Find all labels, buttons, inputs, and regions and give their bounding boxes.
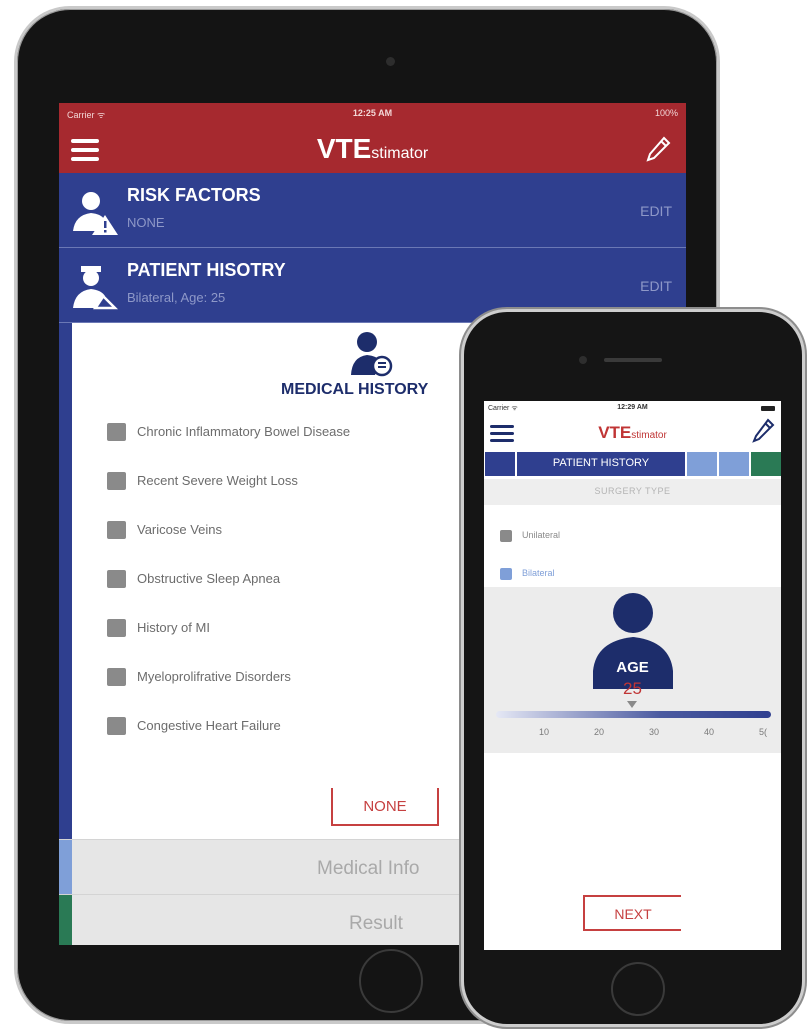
age-tick-labels: 10 20 30 40 5(: [496, 727, 771, 741]
tab-label: Medical Info: [317, 858, 420, 879]
age-label: AGE: [616, 659, 649, 676]
checkbox[interactable]: [107, 521, 126, 539]
clock-label: 12:25 AM: [352, 108, 393, 118]
iphone-screen: Carrier ᯤ 12:29 AM VTEstimator PATIENT H…: [484, 401, 781, 950]
medical-history-title: MEDICAL HISTORY: [281, 381, 429, 398]
medical-record-icon: [351, 332, 393, 377]
age-value: 25: [623, 679, 642, 698]
patient-history-value: Bilateral, Age: 25: [127, 290, 226, 305]
battery-label: 100%: [654, 108, 678, 118]
pencil-icon[interactable]: [751, 418, 775, 444]
checkbox[interactable]: [500, 530, 512, 542]
checkbox[interactable]: [500, 568, 512, 580]
person-warning-icon: [73, 192, 118, 235]
age-slider[interactable]: [496, 711, 771, 718]
section-title: SURGERY TYPE: [594, 486, 671, 496]
risk-factors-value: NONE: [127, 215, 165, 230]
checkbox[interactable]: [107, 619, 126, 637]
app-title-big: VTE: [598, 423, 632, 442]
checkbox[interactable]: [107, 668, 126, 686]
none-button[interactable]: NONE: [331, 788, 439, 826]
doctor-icon: [73, 266, 119, 310]
iphone-home-button[interactable]: [611, 962, 665, 1016]
app-title-big: VTE: [316, 133, 372, 164]
list-item[interactable]: Varicose Veins: [99, 521, 459, 570]
iphone-device: Carrier ᯤ 12:29 AM VTEstimator PATIENT H…: [461, 309, 805, 1027]
slider-pointer-icon[interactable]: [627, 701, 637, 708]
app-title: VTEstimator: [484, 423, 781, 443]
tick-label: 40: [704, 727, 715, 737]
pencil-icon[interactable]: [644, 135, 672, 163]
checkbox[interactable]: [107, 423, 126, 441]
app-title: VTEstimator: [59, 133, 686, 165]
battery-icon: [761, 406, 775, 411]
list-item[interactable]: Congestive Heart Failure: [99, 717, 459, 766]
tick-label: 10: [539, 727, 550, 737]
tab-color-bar: [59, 895, 72, 945]
list-item[interactable]: Recent Severe Weight Loss: [99, 472, 459, 521]
risk-factors-title: RISK FACTORS: [127, 185, 261, 205]
app-title-small: stimator: [371, 145, 429, 162]
tick-label: 5(: [759, 727, 768, 737]
item-label: Congestive Heart Failure: [137, 718, 281, 733]
ipad-home-button[interactable]: [359, 949, 423, 1013]
checkbox[interactable]: [107, 570, 126, 588]
step-medical-history[interactable]: [687, 452, 717, 476]
medical-history-list: Chronic Inflammatory Bowel Disease Recen…: [99, 423, 459, 766]
item-label: Chronic Inflammatory Bowel Disease: [137, 424, 351, 439]
clock-label: 12:29 AM: [617, 404, 648, 411]
section-indicator-bar: [59, 323, 72, 843]
step-risk-factors[interactable]: [485, 452, 515, 476]
option-label: Bilateral: [522, 568, 555, 578]
list-item[interactable]: History of MI: [99, 619, 459, 668]
list-item[interactable]: Myeloprolifrative Disorders: [99, 668, 459, 717]
iphone-speaker: [604, 358, 662, 362]
step-progress-bar: PATIENT HISTORY: [484, 452, 781, 476]
step-patient-history[interactable]: PATIENT HISTORY: [517, 452, 685, 476]
iphone-camera: [579, 356, 587, 364]
item-label: Recent Severe Weight Loss: [137, 473, 298, 488]
risk-factors-row[interactable]: RISK FACTORS NONE EDIT: [59, 173, 686, 248]
patient-history-title: PATIENT HISOTRY: [127, 260, 286, 280]
list-item[interactable]: Chronic Inflammatory Bowel Disease: [99, 423, 459, 472]
tick-label: 20: [594, 727, 605, 737]
ipad-camera: [386, 57, 395, 66]
step-label: PATIENT HISTORY: [552, 457, 650, 469]
ipad-nav-bar: VTEstimator: [59, 125, 686, 173]
step-medical-info[interactable]: [719, 452, 749, 476]
tab-color-bar: [59, 840, 72, 894]
risk-factors-edit-link[interactable]: EDIT: [640, 203, 672, 219]
age-selector: AGE 25 10 20 30 40 5(: [484, 587, 781, 753]
checkbox[interactable]: [107, 717, 126, 735]
section-header: SURGERY TYPE: [484, 479, 781, 505]
next-button[interactable]: NEXT: [583, 895, 681, 931]
item-label: Varicose Veins: [137, 522, 223, 537]
app-title-small: stimator: [631, 430, 667, 441]
tick-label: 30: [649, 727, 660, 737]
tab-label: Result: [349, 913, 403, 934]
step-result[interactable]: [751, 452, 781, 476]
device-showcase: Carrier ᯤ 12:25 AM 100% VTEstimator RISK…: [0, 0, 809, 1033]
item-label: Myeloprolifrative Disorders: [137, 669, 291, 684]
checkbox[interactable]: [107, 472, 126, 490]
iphone-nav-bar: VTEstimator: [484, 415, 781, 451]
list-item[interactable]: Obstructive Sleep Apnea: [99, 570, 459, 619]
patient-history-edit-link[interactable]: EDIT: [640, 278, 672, 294]
item-label: Obstructive Sleep Apnea: [137, 571, 281, 586]
option-label: Unilateral: [522, 530, 561, 540]
ipad-status-bar: Carrier ᯤ 12:25 AM 100%: [59, 103, 686, 125]
item-label: History of MI: [137, 620, 210, 635]
iphone-status-bar: Carrier ᯤ 12:29 AM: [484, 401, 781, 415]
